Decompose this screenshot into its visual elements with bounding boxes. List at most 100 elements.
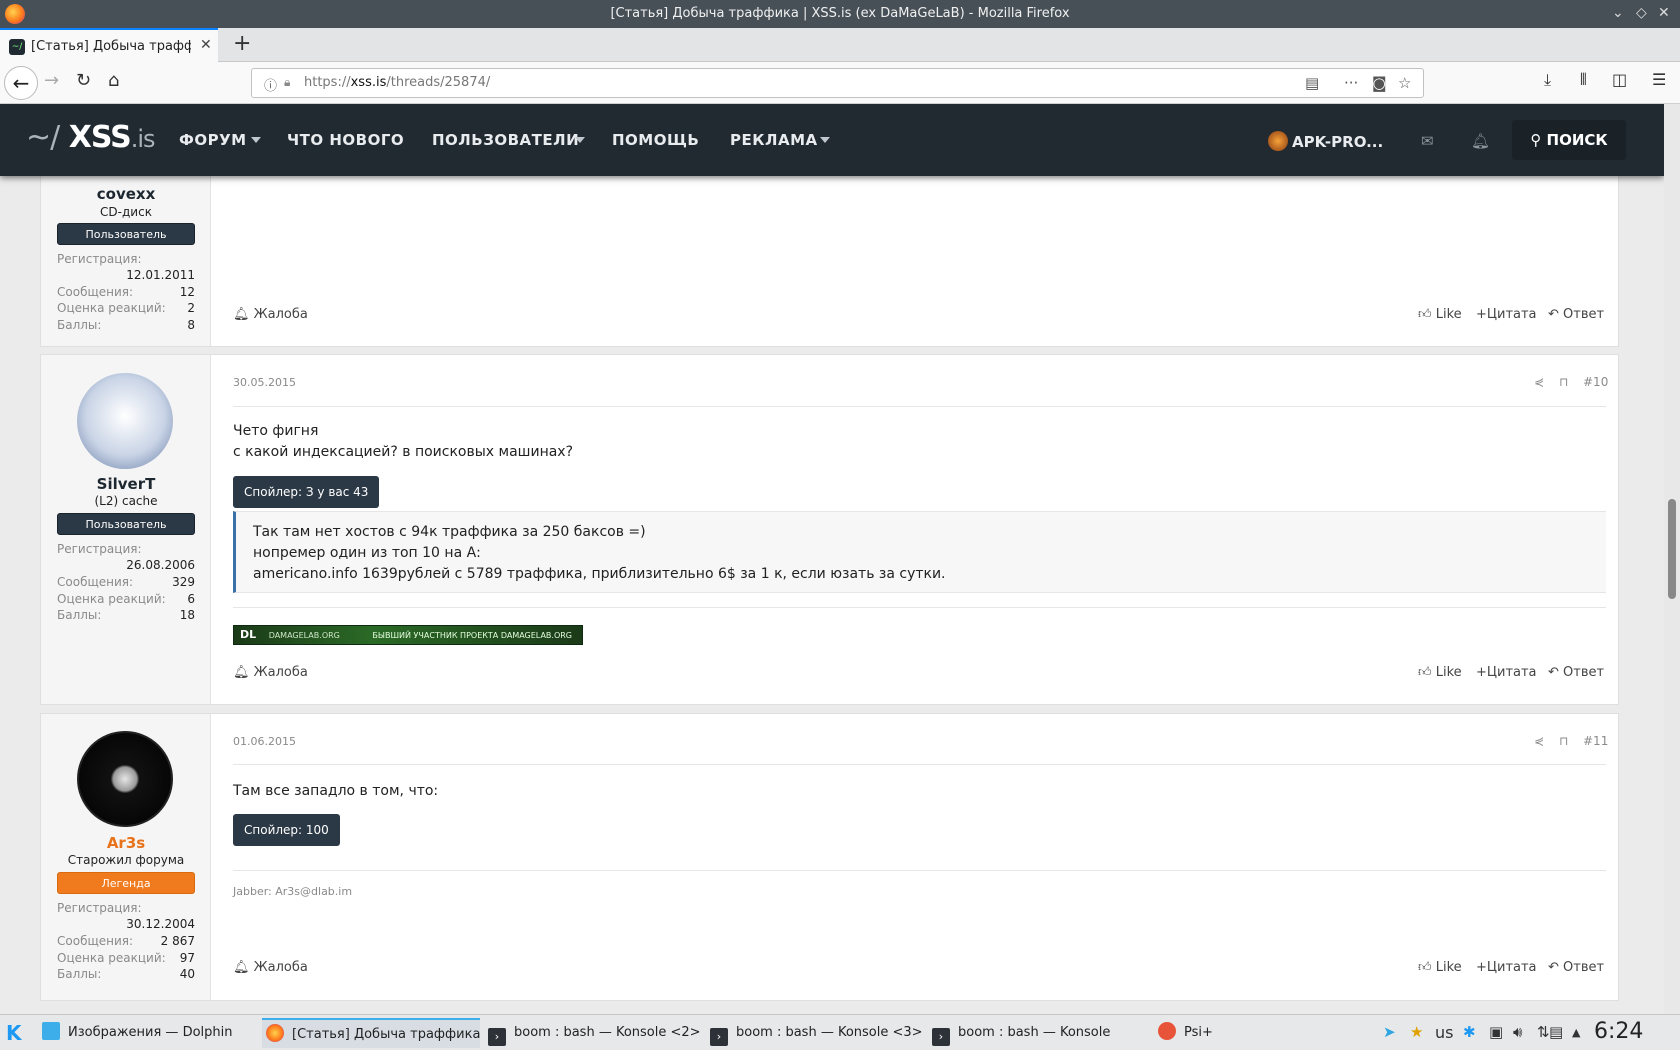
scrollbar-thumb[interactable] xyxy=(1668,499,1676,599)
quote-button[interactable]: +Цитата xyxy=(1476,960,1537,975)
bookmark-icon[interactable]: ⊓ xyxy=(1559,734,1568,748)
bell-icon: 🔔︎ xyxy=(233,665,254,680)
spoiler-button[interactable]: Спойлер: З у вас 43 xyxy=(233,476,380,508)
clipboard-icon[interactable]: ▤ xyxy=(1549,1023,1563,1041)
downloads-icon[interactable]: ⤓ xyxy=(1544,70,1551,90)
library-icon[interactable]: ⫴ xyxy=(1580,70,1587,90)
quote-button[interactable]: +Цитата xyxy=(1476,307,1537,322)
spoiler-button[interactable]: Спойлер: 100 xyxy=(233,814,340,846)
network-icon[interactable]: ⇅ xyxy=(1537,1023,1550,1041)
pocket-icon[interactable]: ◙ xyxy=(1372,74,1387,92)
taskbar: K Изображения — Dolphin [Статья] Добыча … xyxy=(0,1014,1680,1050)
browser-tab[interactable]: ~/ [Статья] Добыча траффика | XSS.is (ex… xyxy=(0,28,218,62)
envelope-icon[interactable]: ✉ xyxy=(1421,132,1434,150)
like-button[interactable]: 👍︎ Like xyxy=(1418,960,1462,975)
stat-reactions: Оценка реакций: 6 xyxy=(57,592,195,606)
stat-registration: Регистрация: 12.01.2011 xyxy=(57,252,195,282)
like-button[interactable]: 👍︎ Like xyxy=(1418,665,1462,680)
close-tab-icon[interactable]: ✕ xyxy=(200,37,212,53)
volume-icon[interactable]: 🔊︎ xyxy=(1513,1023,1522,1041)
stat-messages: Сообщения: 12 xyxy=(57,285,195,299)
report-link[interactable]: 🔔︎ Жалоба xyxy=(233,960,308,975)
site-logo[interactable]: ~/ XSS.is xyxy=(26,120,156,155)
avatar[interactable] xyxy=(77,731,173,827)
stat-messages: Сообщения: 329 xyxy=(57,575,195,589)
post-date[interactable]: 30.05.2015 xyxy=(233,376,296,389)
thumbs-up-icon: 👍︎ xyxy=(1418,960,1436,975)
taskbar-item-dolphin[interactable]: Изображения — Dolphin xyxy=(42,1018,257,1048)
new-tab-button[interactable]: + xyxy=(233,31,251,56)
clock[interactable]: 6:24 xyxy=(1594,1019,1643,1044)
username[interactable]: SilverT xyxy=(41,475,211,493)
insecure-lock-icon[interactable]: 🔒︎ xyxy=(284,75,290,90)
signature-banner[interactable]: DL DAMAGELAB.ORG БЫВШИЙ УЧАСТНИК ПРОЕКТА… xyxy=(233,625,583,645)
username[interactable]: Ar3s xyxy=(41,834,211,852)
post-date[interactable]: 01.06.2015 xyxy=(233,735,296,748)
post-number[interactable]: #11 xyxy=(1583,734,1608,748)
display-icon[interactable]: ▣ xyxy=(1489,1023,1503,1041)
chevron-down-icon[interactable] xyxy=(251,137,261,143)
close-window-icon[interactable]: ✕ xyxy=(1658,5,1670,21)
signature-divider xyxy=(233,870,1606,871)
quote-button[interactable]: +Цитата xyxy=(1476,665,1537,680)
keyboard-layout[interactable]: us xyxy=(1435,1023,1453,1042)
reload-button[interactable]: ↻ xyxy=(76,70,91,91)
stat-reactions: Оценка реакций: 97 xyxy=(57,951,195,965)
forward-button[interactable]: → xyxy=(44,70,59,91)
like-button[interactable]: 👍︎ Like xyxy=(1418,307,1462,322)
chevron-down-icon[interactable] xyxy=(575,137,585,143)
taskbar-item-konsole-2[interactable]: › boom : bash — Konsole <2> xyxy=(488,1018,702,1048)
report-link[interactable]: 🔔︎ Жалоба xyxy=(233,307,308,322)
url-text[interactable]: https://xss.is/threads/25874/ xyxy=(304,75,490,90)
telegram-icon[interactable]: ➤ xyxy=(1383,1023,1396,1041)
reply-icon: ↶ xyxy=(1548,665,1564,680)
post-text-line: Чето фигня xyxy=(233,423,319,439)
stat-points: Баллы: 8 xyxy=(57,318,195,332)
page-scrollbar[interactable] xyxy=(1664,104,1680,1014)
reply-button[interactable]: ↶ Ответ xyxy=(1548,960,1604,975)
taskbar-item-psi[interactable]: Psi+ xyxy=(1158,1018,1278,1048)
user-badge: Легенда xyxy=(57,872,195,894)
url-bar[interactable]: ⓘ 🔒︎ https://xss.is/threads/25874/ ▤ ···… xyxy=(251,68,1424,98)
user-menu[interactable]: APK-PRO... xyxy=(1268,131,1383,151)
reader-view-icon[interactable]: ▤ xyxy=(1305,74,1319,92)
sidebar-icon[interactable]: ◫ xyxy=(1612,70,1627,89)
bookmark-icon[interactable]: ⊓ xyxy=(1559,375,1568,389)
maximize-icon[interactable]: ◇ xyxy=(1636,5,1647,21)
share-icon[interactable]: ⋞ xyxy=(1534,375,1544,389)
share-icon[interactable]: ⋞ xyxy=(1534,734,1544,748)
forum-post: SilverT (L2) cache Пользователь Регистра… xyxy=(40,354,1619,705)
nav-whats-new[interactable]: ЧТО НОВОГО xyxy=(287,131,404,149)
avatar[interactable] xyxy=(77,373,173,469)
banner-logo: DL xyxy=(240,628,257,641)
home-button[interactable]: ⌂ xyxy=(108,70,119,91)
bell-icon[interactable]: 🔔︎ xyxy=(1471,132,1490,150)
star-tray-icon[interactable]: ★ xyxy=(1410,1023,1423,1041)
bookmark-star-icon[interactable]: ☆ xyxy=(1398,74,1411,92)
taskbar-item-konsole[interactable]: › boom : bash — Konsole xyxy=(932,1018,1146,1048)
chevron-down-icon[interactable] xyxy=(820,137,830,143)
signature-text: Jabber: Ar3s@dlab.im xyxy=(233,885,353,898)
post-number[interactable]: #10 xyxy=(1583,375,1608,389)
kde-launcher-icon[interactable]: K xyxy=(6,1018,32,1048)
minimize-icon[interactable]: ⌄ xyxy=(1612,5,1624,21)
back-button[interactable]: ← xyxy=(4,66,38,100)
nav-forum[interactable]: ФОРУМ xyxy=(179,131,247,149)
report-link[interactable]: 🔔︎ Жалоба xyxy=(233,665,308,680)
menu-icon[interactable]: ☰ xyxy=(1652,70,1666,89)
taskbar-item-konsole-3[interactable]: › boom : bash — Konsole <3> xyxy=(710,1018,924,1048)
nav-users[interactable]: ПОЛЬЗОВАТЕЛИ xyxy=(432,131,579,149)
bluetooth-icon[interactable]: ✱ xyxy=(1463,1023,1476,1041)
tray-expand-icon[interactable]: ▲ xyxy=(1572,1026,1580,1039)
reply-button[interactable]: ↶ Ответ xyxy=(1548,665,1604,680)
quote-block: Так там нет хостов с 94к траффика за 250… xyxy=(233,511,1606,593)
info-icon[interactable]: ⓘ xyxy=(264,75,277,94)
nav-ads[interactable]: РЕКЛАМА xyxy=(730,131,818,149)
search-button[interactable]: ⚲ ПОИСК xyxy=(1512,120,1626,160)
reply-button[interactable]: ↶ Ответ xyxy=(1548,307,1604,322)
nav-help[interactable]: ПОМОЩЬ xyxy=(612,131,699,149)
page-actions-icon[interactable]: ··· xyxy=(1344,74,1358,92)
taskbar-item-firefox[interactable]: [Статья] Добыча траффика ... xyxy=(262,1018,480,1048)
post-text-line: Там все западло в том, что: xyxy=(233,783,439,799)
username[interactable]: covexx xyxy=(41,185,211,203)
